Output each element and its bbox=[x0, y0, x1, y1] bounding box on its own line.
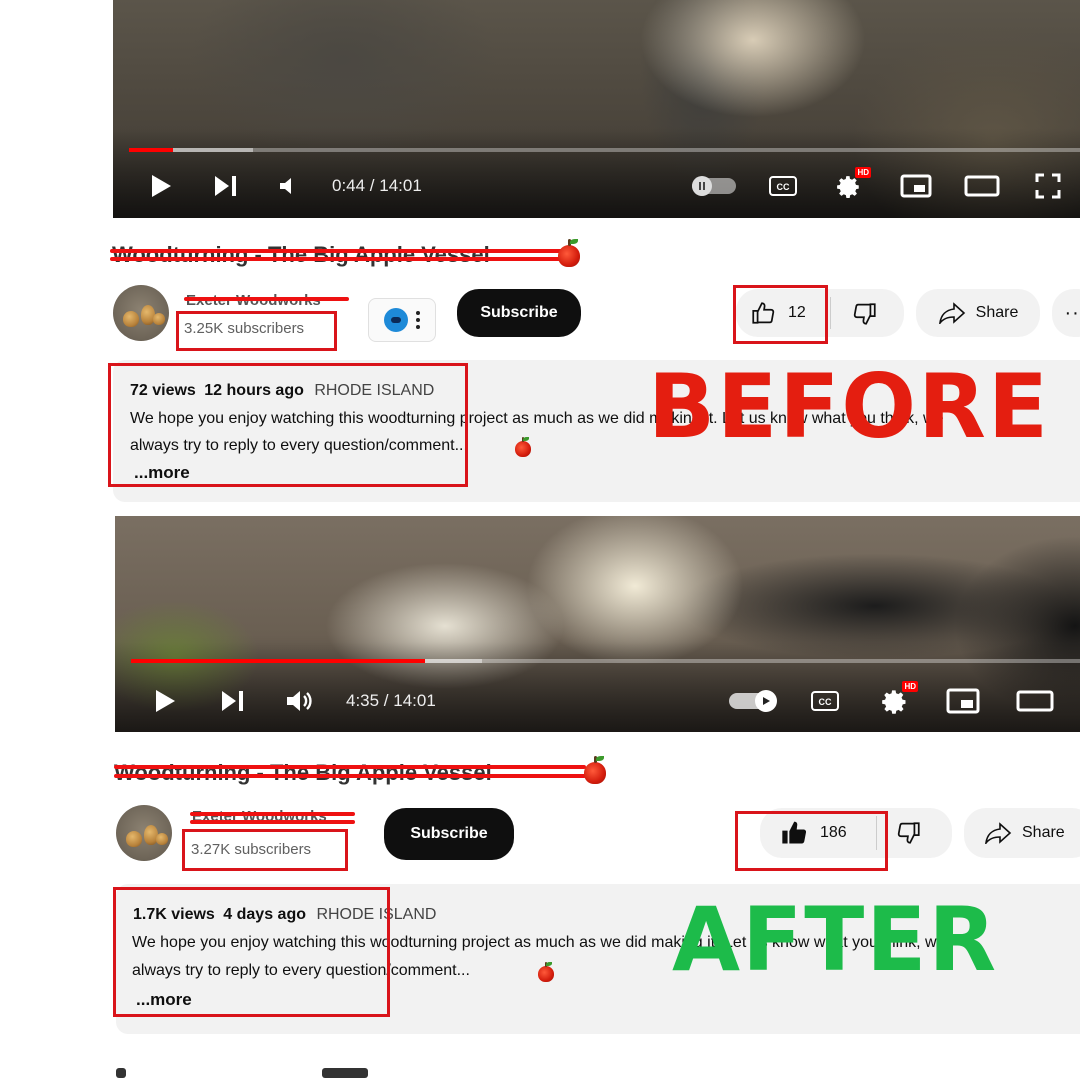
share-icon bbox=[985, 822, 1012, 844]
highlight-box bbox=[735, 811, 888, 871]
hd-badge: HD bbox=[902, 681, 918, 692]
channel-avatar[interactable] bbox=[113, 285, 169, 341]
hd-badge: HD bbox=[855, 167, 871, 178]
settings-gear-icon[interactable]: HD bbox=[835, 167, 871, 201]
dislike-button[interactable] bbox=[896, 820, 922, 851]
apple-icon bbox=[538, 962, 554, 982]
progress-played bbox=[129, 148, 173, 152]
apple-icon bbox=[515, 437, 531, 457]
progress-bar[interactable] bbox=[131, 659, 1080, 663]
redaction-line bbox=[114, 765, 586, 769]
next-icon[interactable] bbox=[213, 174, 239, 198]
membership-icon bbox=[384, 308, 408, 332]
more-horizontal-icon: ··· bbox=[1064, 301, 1080, 324]
redaction-line bbox=[110, 249, 565, 253]
autoplay-toggle[interactable] bbox=[691, 176, 737, 196]
apple-icon bbox=[558, 239, 580, 267]
redaction-line bbox=[190, 812, 355, 816]
subscribe-button[interactable]: Subscribe bbox=[384, 808, 514, 860]
more-vertical-icon[interactable] bbox=[416, 311, 420, 329]
play-icon[interactable] bbox=[153, 687, 177, 715]
svg-text:CC: CC bbox=[819, 697, 832, 707]
theater-mode-icon[interactable] bbox=[1015, 688, 1055, 714]
thumbs-down-icon bbox=[853, 303, 876, 325]
progress-bar[interactable] bbox=[129, 148, 1080, 152]
volume-icon[interactable] bbox=[277, 175, 301, 197]
video-title-after: Woodturning - The Big Apple Vessel bbox=[114, 760, 492, 785]
redaction-line bbox=[184, 297, 349, 301]
more-actions-button[interactable]: ··· bbox=[1052, 289, 1080, 337]
channel-avatar[interactable] bbox=[116, 805, 172, 861]
highlight-box bbox=[182, 829, 348, 871]
progress-played bbox=[131, 659, 426, 663]
dislike-button[interactable] bbox=[852, 301, 878, 332]
volume-icon[interactable] bbox=[285, 688, 315, 714]
autoplay-toggle[interactable] bbox=[727, 690, 777, 712]
play-icon[interactable] bbox=[149, 172, 173, 200]
subscribe-button[interactable]: Subscribe bbox=[457, 289, 581, 337]
share-button[interactable]: Share bbox=[964, 808, 1080, 858]
share-icon bbox=[938, 302, 965, 324]
time-display: 4:35 / 14:01 bbox=[346, 691, 436, 710]
membership-chip[interactable] bbox=[368, 298, 436, 342]
highlight-box bbox=[108, 363, 468, 487]
miniplayer-icon[interactable] bbox=[899, 173, 933, 199]
after-stamp: AFTER bbox=[672, 888, 999, 991]
fullscreen-icon[interactable] bbox=[1033, 172, 1063, 200]
highlight-box bbox=[733, 285, 828, 344]
captions-icon[interactable]: CC bbox=[810, 689, 840, 713]
miniplayer-icon[interactable] bbox=[945, 687, 981, 715]
share-button[interactable]: Share bbox=[916, 289, 1040, 337]
highlight-box bbox=[176, 311, 337, 351]
time-display: 0:44 / 14:01 bbox=[332, 176, 422, 195]
redaction-line bbox=[114, 774, 586, 778]
next-icon[interactable] bbox=[220, 689, 246, 713]
captions-icon[interactable]: CC bbox=[768, 174, 798, 198]
settings-gear-icon[interactable]: HD bbox=[880, 681, 918, 717]
thumbs-down-icon bbox=[897, 822, 920, 844]
theater-mode-icon[interactable] bbox=[963, 173, 1001, 199]
redaction-line bbox=[110, 257, 565, 261]
cropped-bottom-row bbox=[100, 1062, 1080, 1080]
video-player-after[interactable]: 4:35 / 14:01 CC HD bbox=[115, 516, 1080, 732]
highlight-box bbox=[113, 887, 390, 1017]
before-stamp: BEFORE bbox=[648, 355, 1050, 458]
video-title-before: Woodturning - The Big Apple Vessel bbox=[112, 242, 490, 267]
svg-text:CC: CC bbox=[777, 182, 790, 192]
apple-icon bbox=[584, 756, 606, 784]
redaction-line bbox=[190, 820, 355, 824]
video-player-before[interactable]: 0:44 / 14:01 CC HD bbox=[113, 0, 1080, 218]
